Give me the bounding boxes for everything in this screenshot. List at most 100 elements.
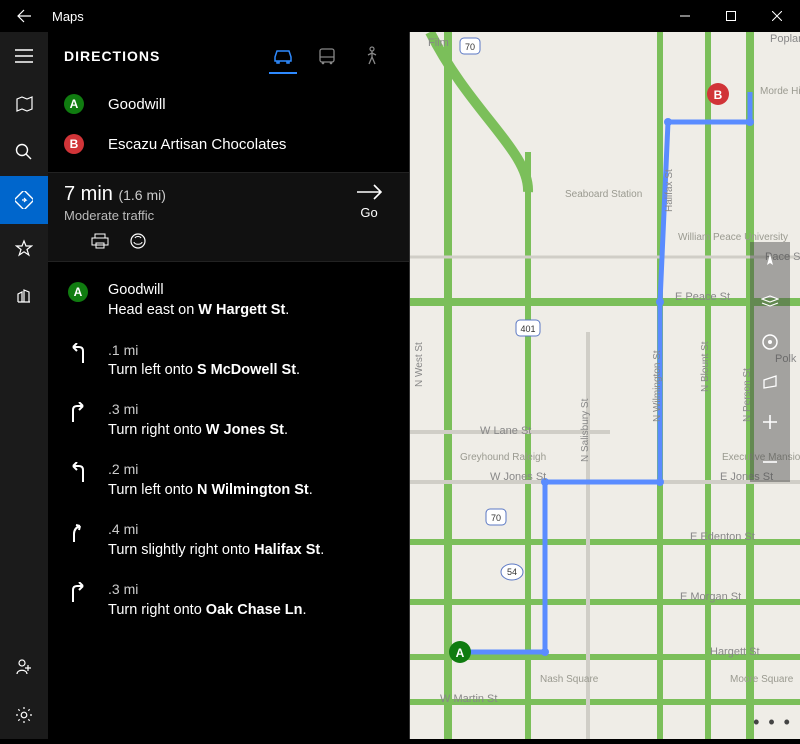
- step-item[interactable]: .4 miTurn slightly right onto Halifax St…: [64, 510, 393, 570]
- svg-text:N Salisbury St: N Salisbury St: [580, 398, 591, 462]
- layers-icon: [761, 295, 779, 309]
- svg-text:E Peace St: E Peace St: [675, 291, 730, 303]
- compass-icon: [761, 333, 779, 351]
- endpoints: A Goodwill B Escazu Artisan Chocolates: [48, 80, 409, 172]
- bus-icon: [317, 47, 337, 65]
- car-icon: [272, 47, 294, 65]
- zoom-out-button[interactable]: [750, 442, 790, 482]
- map-layers-button[interactable]: [750, 282, 790, 322]
- svg-text:Seaboard Station: Seaboard Station: [565, 189, 642, 200]
- settings-button[interactable]: [0, 691, 48, 739]
- 3d-cities-button[interactable]: [0, 272, 48, 320]
- plus-icon: [762, 414, 778, 430]
- time-value: 7 min: [64, 183, 113, 205]
- step-item[interactable]: .3 miTurn right onto W Jones St.: [64, 390, 393, 450]
- maximize-button[interactable]: [708, 0, 754, 32]
- svg-text:N Blount St: N Blount St: [700, 341, 711, 392]
- svg-text:54: 54: [507, 567, 517, 577]
- route-summary: 7 min (1.6 mi) Moderate traffic Go: [48, 172, 409, 262]
- svg-text:B: B: [714, 88, 723, 102]
- step-item[interactable]: .3 miTurn right onto Oak Chase Ln.: [64, 570, 393, 630]
- city-icon: [15, 287, 33, 305]
- rotate-button[interactable]: [750, 322, 790, 362]
- go-label: Go: [360, 205, 377, 220]
- svg-text:Halifax St: Halifax St: [664, 169, 675, 212]
- step-item[interactable]: .2 miTurn left onto N Wilmington St.: [64, 450, 393, 510]
- arrow-left-icon: [16, 8, 32, 24]
- marker-a-icon: A: [64, 94, 84, 114]
- map-view-button[interactable]: [0, 80, 48, 128]
- svg-text:Poplar: Poplar: [770, 33, 800, 45]
- turn-left-icon: [64, 460, 92, 500]
- share-button[interactable]: [128, 231, 148, 251]
- turn-right-icon: [64, 580, 92, 620]
- search-button[interactable]: [0, 128, 48, 176]
- step-text: .1 miTurn left onto S McDowell St.: [92, 341, 393, 381]
- end-point[interactable]: B Escazu Artisan Chocolates: [64, 124, 393, 164]
- star-icon: [15, 239, 33, 257]
- step-text: .3 miTurn right onto Oak Chase Ln.: [92, 580, 393, 620]
- close-button[interactable]: [754, 0, 800, 32]
- locate-me-button[interactable]: [750, 242, 790, 282]
- svg-text:W Martin St: W Martin St: [440, 693, 497, 705]
- account-button[interactable]: [0, 643, 48, 691]
- gear-icon: [15, 706, 33, 724]
- minimize-button[interactable]: [662, 0, 708, 32]
- favorites-button[interactable]: [0, 224, 48, 272]
- step-text: GoodwillHead east on W Hargett St.: [92, 280, 393, 321]
- search-icon: [15, 143, 33, 161]
- print-icon: [91, 233, 109, 249]
- map-icon: [15, 95, 33, 113]
- svg-text:70: 70: [465, 42, 475, 52]
- minus-icon: [762, 454, 778, 470]
- start-label: Goodwill: [108, 96, 166, 113]
- mode-transit[interactable]: [305, 34, 349, 78]
- traffic-status: Moderate traffic: [64, 208, 345, 223]
- svg-text:Moore Square: Moore Square: [730, 674, 794, 685]
- marker-a-icon: A: [64, 280, 92, 321]
- svg-text:E Morgan St: E Morgan St: [680, 591, 741, 603]
- svg-text:Greyhound Raleigh: Greyhound Raleigh: [460, 452, 546, 463]
- back-button[interactable]: [0, 0, 48, 32]
- step-text: .3 miTurn right onto W Jones St.: [92, 400, 393, 440]
- map-tools: [750, 242, 790, 482]
- svg-text:E Edenton St: E Edenton St: [690, 531, 755, 543]
- svg-text:Nash Square: Nash Square: [540, 674, 599, 685]
- minimize-icon: [680, 11, 690, 21]
- step-text: .4 miTurn slightly right onto Halifax St…: [92, 520, 393, 560]
- share-icon: [129, 232, 147, 250]
- slight-right-icon: [64, 520, 92, 560]
- arrow-right-icon: [356, 183, 382, 201]
- panel-heading: DIRECTIONS: [64, 48, 261, 64]
- svg-text:Hargett St: Hargett St: [710, 646, 760, 658]
- mode-walk[interactable]: [349, 34, 393, 78]
- app-title: Maps: [48, 9, 662, 24]
- print-button[interactable]: [90, 231, 110, 251]
- turn-left-icon: [64, 341, 92, 381]
- svg-text:70: 70: [491, 513, 501, 523]
- panel-header: DIRECTIONS: [48, 32, 409, 80]
- svg-text:W Jones St: W Jones St: [490, 471, 546, 483]
- map-area[interactable]: A B Poplar Pace St E Peace St Polk W Lan…: [410, 32, 800, 739]
- hamburger-button[interactable]: [0, 32, 48, 80]
- zoom-in-button[interactable]: [750, 402, 790, 442]
- directions-icon: [15, 191, 33, 209]
- more-button[interactable]: • • •: [753, 712, 792, 733]
- locate-icon: [761, 253, 779, 271]
- svg-text:A: A: [456, 646, 465, 660]
- tilt-button[interactable]: [750, 362, 790, 402]
- tilt-icon: [761, 373, 779, 391]
- svg-text:N West St: N West St: [414, 342, 425, 387]
- go-button[interactable]: Go: [345, 183, 393, 220]
- directions-button[interactable]: [0, 176, 48, 224]
- step-item[interactable]: AGoodwillHead east on W Hargett St.: [64, 270, 393, 331]
- start-point[interactable]: A Goodwill: [64, 84, 393, 124]
- maximize-icon: [726, 11, 736, 21]
- title-bar: Maps: [0, 0, 800, 32]
- mode-drive[interactable]: [261, 34, 305, 78]
- step-list[interactable]: AGoodwillHead east on W Hargett St. .1 mi…: [48, 262, 409, 739]
- person-icon: [15, 658, 33, 676]
- map-canvas[interactable]: A B Poplar Pace St E Peace St Polk W Lan…: [410, 32, 800, 739]
- svg-text:401: 401: [520, 324, 535, 334]
- step-item[interactable]: .1 miTurn left onto S McDowell St.: [64, 331, 393, 391]
